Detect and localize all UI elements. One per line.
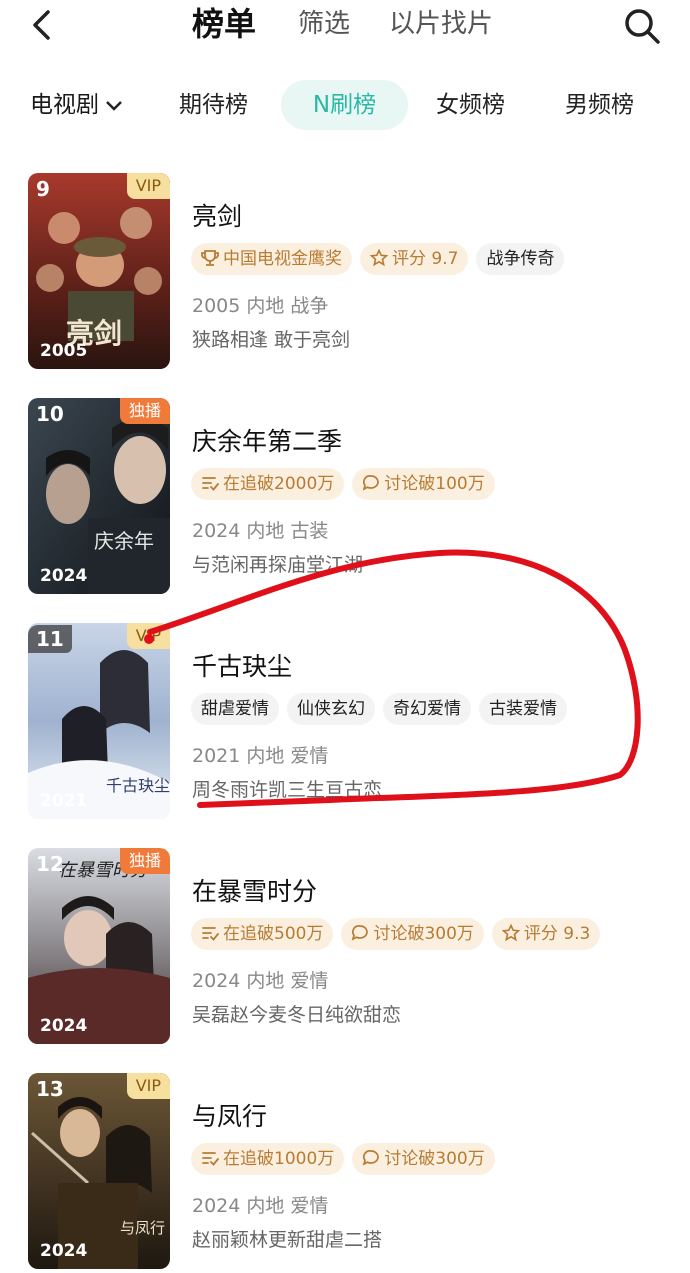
genre-tag: 古装爱情 xyxy=(479,693,567,725)
list-item[interactable]: 在暴雪时分 12 独播 2024 在暴雪时分 在追破500万 讨论破300万 评分 … xyxy=(0,848,690,1048)
vip-badge: VIP xyxy=(126,173,170,199)
award-tag: 中国电视金鹰奖 xyxy=(191,243,352,275)
tag-row: 在追破2000万 讨论破100万 xyxy=(191,468,503,502)
tab-rewatch[interactable]: N刷榜 xyxy=(281,80,408,130)
tag-label: 在追破500万 xyxy=(223,924,324,944)
poster-title-art: 庆余年 xyxy=(94,529,154,553)
show-description: 与范闲再探庙堂江湖 xyxy=(192,554,364,576)
poster-image[interactable]: 千古玦尘 11 VIP 2021 xyxy=(28,623,170,819)
category-dropdown[interactable]: 电视剧 xyxy=(30,87,123,123)
show-description: 周冬雨许凯三生亘古恋 xyxy=(192,779,383,801)
genre-tag: 奇幻爱情 xyxy=(383,693,471,725)
tag-row: 在追破1000万 讨论破300万 xyxy=(191,1143,503,1177)
show-description: 狭路相逢 敢于亮剑 xyxy=(192,329,351,351)
star-icon xyxy=(370,248,388,266)
genre-tag: 战争传奇 xyxy=(476,243,565,275)
show-meta: 2005 内地 战争 xyxy=(192,295,329,317)
tag-row: 甜虐爱情 仙侠玄幻 奇幻爱情 古装爱情 xyxy=(191,693,575,727)
rank-number: 9 xyxy=(36,177,50,201)
vip-badge: VIP xyxy=(126,1073,170,1099)
tag-row: 在追破500万 讨论破300万 评分 9.3 xyxy=(191,918,608,952)
show-meta: 2024 内地 爱情 xyxy=(192,970,329,992)
show-meta: 2021 内地 爱情 xyxy=(192,745,329,767)
poster-image[interactable]: 在暴雪时分 12 独播 2024 xyxy=(28,848,170,1044)
trophy-icon xyxy=(201,249,219,266)
poster-image[interactable]: 庆余年 10 独播 2024 xyxy=(28,398,170,594)
discussion-tag: 讨论破100万 xyxy=(352,468,495,500)
show-title: 在暴雪时分 xyxy=(192,877,318,906)
list-item[interactable]: 庆余年 10 独播 2024 庆余年第二季 在追破2000万 讨论破100万 20… xyxy=(0,398,690,598)
tab-filter[interactable]: 筛选 xyxy=(298,6,350,42)
comment-icon xyxy=(362,474,380,491)
tag-label: 在追破1000万 xyxy=(223,1149,335,1169)
list-item[interactable]: 与凤行 13 VIP 2024 与凤行 在追破1000万 讨论破300万 2024… xyxy=(0,1073,690,1273)
tag-label: 在追破2000万 xyxy=(223,474,335,494)
tab-find-by-film[interactable]: 以片找片 xyxy=(389,6,493,42)
show-meta: 2024 内地 爱情 xyxy=(192,1195,329,1217)
tag-row: 中国电视金鹰奖 评分 9.7 战争传奇 xyxy=(191,243,572,277)
tag-label: 讨论破300万 xyxy=(373,924,474,944)
top-bar: 榜单 筛选 以片找片 xyxy=(0,0,690,56)
genre-tag: 仙侠玄幻 xyxy=(287,693,375,725)
discussion-tag: 讨论破300万 xyxy=(341,918,484,950)
poster-year: 2021 xyxy=(40,791,88,811)
poster-title-art: 千古玦尘 xyxy=(106,776,170,795)
poster-image[interactable]: 与凤行 13 VIP 2024 xyxy=(28,1073,170,1269)
search-icon[interactable] xyxy=(622,6,662,46)
tag-label: 评分 9.3 xyxy=(523,924,591,944)
list-icon xyxy=(202,476,219,491)
rank-number: 13 xyxy=(36,1077,64,1101)
show-title: 与凤行 xyxy=(192,1102,268,1131)
rating-tag: 评分 9.3 xyxy=(491,918,601,950)
list-icon xyxy=(202,1151,219,1166)
watching-tag: 在追破1000万 xyxy=(191,1143,345,1175)
vip-badge: VIP xyxy=(126,623,170,649)
show-description: 赵丽颖林更新甜虐二搭 xyxy=(192,1229,383,1251)
tab-female[interactable]: 女频榜 xyxy=(436,87,505,123)
rank-number: 11 xyxy=(28,625,72,653)
chevron-down-icon xyxy=(106,100,122,111)
list-item[interactable]: 亮剑 9 VIP 2005 亮剑 中国电视金鹰奖 评分 9.7 战争传奇 2005 … xyxy=(0,173,690,373)
tag-label: 评分 9.7 xyxy=(392,249,459,269)
discussion-tag: 讨论破300万 xyxy=(352,1143,495,1175)
watching-tag: 在追破500万 xyxy=(191,918,334,950)
tag-label: 讨论破100万 xyxy=(384,474,485,494)
exclusive-badge: 独播 xyxy=(119,398,170,424)
genre-tag: 甜虐爱情 xyxy=(191,693,279,725)
tab-anticipated[interactable]: 期待榜 xyxy=(179,87,248,123)
poster-year: 2024 xyxy=(40,1241,88,1261)
rank-number: 10 xyxy=(36,402,64,426)
poster-title-art: 与凤行 xyxy=(120,1219,165,1237)
tag-label: 中国电视金鹰奖 xyxy=(223,249,342,269)
poster-image[interactable]: 亮剑 9 VIP 2005 xyxy=(28,173,170,369)
back-arrow-icon[interactable] xyxy=(28,8,58,42)
star-icon xyxy=(501,923,520,941)
category-bar: 电视剧 期待榜 N刷榜 女频榜 男频榜 xyxy=(0,80,690,130)
comment-icon xyxy=(362,1149,380,1166)
rating-tag: 评分 9.7 xyxy=(360,243,469,275)
show-meta: 2024 内地 古装 xyxy=(192,520,329,542)
show-description: 吴磊赵今麦冬日纯欲甜恋 xyxy=(192,1004,402,1026)
rank-number: 12 xyxy=(36,852,64,876)
category-selected-label: 电视剧 xyxy=(30,92,99,118)
tag-label: 讨论破300万 xyxy=(384,1149,485,1169)
list-item[interactable]: 千古玦尘 11 VIP 2021 千古玦尘 甜虐爱情 仙侠玄幻 奇幻爱情 古装爱情 2… xyxy=(0,623,690,823)
show-title: 亮剑 xyxy=(192,202,243,231)
page-title: 榜单 xyxy=(192,5,257,43)
tab-male[interactable]: 男频榜 xyxy=(565,87,634,123)
watching-tag: 在追破2000万 xyxy=(191,468,345,500)
poster-year: 2024 xyxy=(40,566,88,586)
show-title: 庆余年第二季 xyxy=(192,427,343,456)
poster-year: 2005 xyxy=(40,341,88,361)
exclusive-badge: 独播 xyxy=(119,848,170,874)
show-title: 千古玦尘 xyxy=(192,652,293,681)
list-icon xyxy=(202,926,219,941)
comment-icon xyxy=(352,924,369,941)
poster-year: 2024 xyxy=(40,1016,88,1036)
